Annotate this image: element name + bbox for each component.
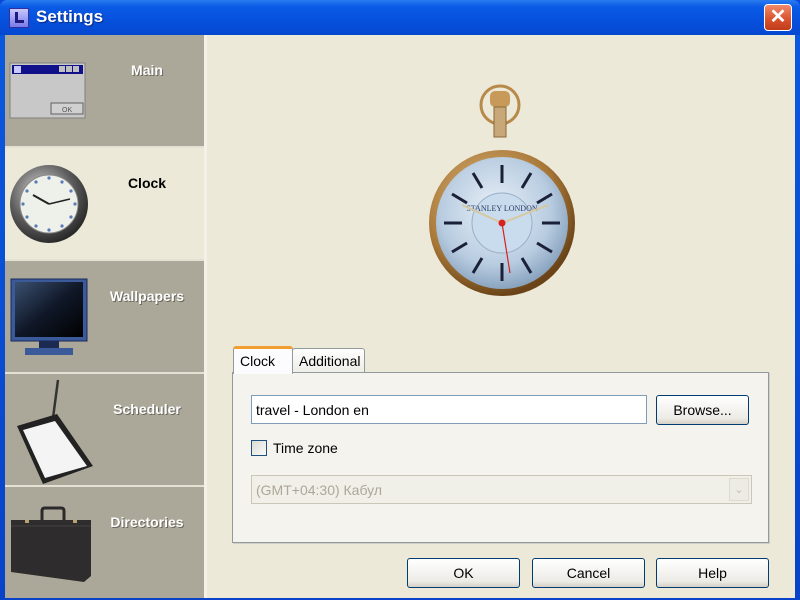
sidebar-item-label: Clock [127, 175, 167, 191]
cancel-button[interactable]: Cancel [532, 558, 645, 588]
time-zone-select-value: (GMT+04:30) Кабул [256, 482, 383, 498]
time-zone-label: Time zone [273, 440, 338, 456]
window-title: Settings [36, 7, 104, 26]
browse-button[interactable]: Browse... [656, 395, 749, 425]
sidebar-item-wallpapers[interactable]: Wallpapers [5, 261, 204, 374]
tab-clock[interactable]: Clock [233, 346, 293, 374]
clock-preview-image: STANLEY LONDON [429, 84, 575, 296]
sidebar: OK Main Clock Wallpapers Scheduler Direc… [5, 35, 204, 598]
sidebar-item-label: Scheduler [113, 401, 181, 417]
help-button[interactable]: Help [656, 558, 769, 588]
svg-text:OK: OK [62, 107, 72, 114]
title-bar[interactable]: Settings ✕ [0, 0, 800, 35]
time-zone-checkbox[interactable] [251, 440, 267, 456]
sidebar-item-scheduler[interactable]: Scheduler [5, 374, 204, 487]
sidebar-item-clock[interactable]: Clock [5, 148, 204, 261]
notepad-icon [17, 379, 93, 484]
wall-clock-icon [10, 165, 88, 243]
tab-additional[interactable]: Additional [292, 348, 365, 375]
sidebar-item-main[interactable]: OK Main [5, 35, 204, 148]
chevron-down-icon[interactable]: ⌄ [729, 478, 749, 501]
sidebar-item-directories[interactable]: Directories [5, 487, 204, 598]
sidebar-item-label: Directories [110, 514, 184, 530]
window-icon: OK [9, 62, 86, 119]
sidebar-item-label: Wallpapers [109, 288, 185, 304]
monitor-icon [10, 278, 88, 355]
close-button[interactable]: ✕ [764, 4, 792, 31]
time-zone-select[interactable]: (GMT+04:30) Кабул ⌄ [251, 475, 752, 504]
ok-button[interactable]: OK [407, 558, 520, 588]
clock-tab-panel: Browse... Time zone (GMT+04:30) Кабул ⌄ [232, 372, 769, 543]
settings-window: Settings ✕ OK Main Clock Wallpapers Sche… [0, 0, 800, 600]
sidebar-divider [204, 35, 207, 598]
sidebar-item-label: Main [131, 62, 163, 78]
app-icon [9, 8, 29, 28]
clock-theme-input[interactable] [251, 395, 647, 424]
briefcase-icon [11, 506, 91, 582]
